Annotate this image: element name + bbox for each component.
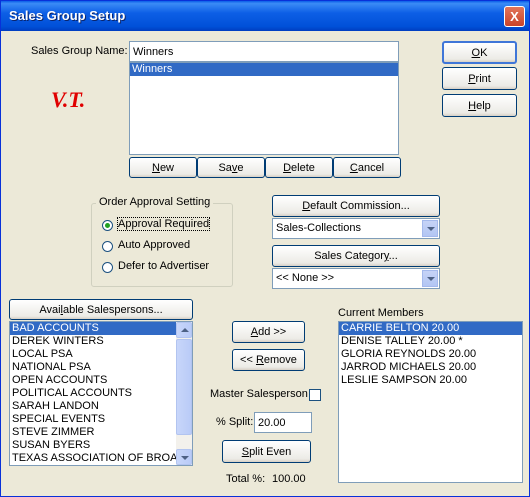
available-list[interactable]: BAD ACCOUNTS DEREK WINTERS LOCAL PSA NATION… [9, 321, 193, 466]
chevron-down-icon[interactable] [422, 220, 438, 237]
category-combo[interactable]: << None >> [272, 268, 440, 289]
list-item[interactable]: SARAH LANDON [10, 400, 192, 413]
approval-option-label[interactable]: Defer to Advertiser [118, 260, 209, 272]
list-item[interactable]: GLORIA REYNOLDS 20.00 [339, 348, 522, 361]
available-scrollbar[interactable] [176, 322, 192, 465]
ok-button[interactable]: OK [442, 41, 517, 64]
group-list[interactable]: Winners [129, 62, 399, 155]
list-item[interactable]: SUSAN BYERS [10, 439, 192, 452]
current-members-list[interactable]: CARRIE BELTON 20.00 DENISE TALLEY 20.00 *… [338, 321, 523, 483]
approval-radio-2[interactable] [102, 262, 113, 273]
chevron-down-icon[interactable] [422, 270, 438, 287]
available-salespersons-button[interactable]: Available Salespersons... [9, 299, 193, 320]
approval-radio-0[interactable] [102, 220, 113, 231]
approval-option-label[interactable]: Auto Approved [118, 239, 190, 251]
category-combo-value: << None >> [276, 272, 335, 284]
title-bar[interactable]: Sales Group Setup X [1, 1, 529, 31]
approval-radio-1[interactable] [102, 241, 113, 252]
commission-combo-value: Sales-Collections [276, 222, 361, 234]
split-even-button[interactable]: Split Even [222, 440, 311, 463]
split-label: % Split: [216, 416, 254, 428]
list-item[interactable]: OPEN ACCOUNTS [10, 374, 192, 387]
save-button[interactable]: Save [197, 157, 265, 178]
delete-button[interactable]: Delete [265, 157, 333, 178]
list-item[interactable]: LOCAL PSA [10, 348, 192, 361]
order-approval-title: Order Approval Setting [96, 196, 214, 208]
list-item[interactable]: NATIONAL PSA [10, 361, 192, 374]
group-name-label: Sales Group Name: [31, 45, 128, 57]
add-button[interactable]: Add >> [232, 321, 305, 343]
list-item[interactable]: BAD ACCOUNTS [10, 322, 192, 335]
list-item[interactable]: STEVE ZIMMER [10, 426, 192, 439]
sales-category-button[interactable]: Sales Category... [272, 245, 440, 267]
scroll-up-icon[interactable] [176, 322, 192, 338]
list-item[interactable]: JARROD MICHAELS 20.00 [339, 361, 522, 374]
list-item[interactable]: POLITICAL ACCOUNTS [10, 387, 192, 400]
cancel-button[interactable]: Cancel [333, 157, 401, 178]
list-item[interactable]: CARRIE BELTON 20.00 [339, 322, 522, 335]
list-item[interactable]: TEXAS ASSOCIATION OF BROADCASTERS [10, 452, 192, 465]
list-item[interactable]: Winners [130, 63, 398, 76]
approval-option-label[interactable]: Approval Required [116, 217, 211, 231]
initials-stamp: V.T. [51, 87, 86, 112]
list-item[interactable]: DENISE TALLEY 20.00 * [339, 335, 522, 348]
scroll-down-icon[interactable] [176, 449, 192, 465]
list-item[interactable]: DEREK WINTERS [10, 335, 192, 348]
total-value: 100.00 [272, 473, 306, 485]
commission-combo[interactable]: Sales-Collections [272, 218, 440, 239]
sales-group-setup-window: Sales Group Setup X Sales Group Name: Wi… [0, 0, 530, 497]
scroll-thumb[interactable] [176, 339, 192, 435]
list-item[interactable]: SPECIAL EVENTS [10, 413, 192, 426]
print-button[interactable]: Print [442, 67, 517, 90]
remove-button[interactable]: << Remove [232, 349, 305, 371]
close-button[interactable]: X [504, 6, 525, 27]
current-members-label: Current Members [338, 307, 424, 319]
default-commission-button[interactable]: Default Commission... [272, 195, 440, 217]
split-input[interactable] [254, 412, 312, 433]
window-title: Sales Group Setup [9, 8, 126, 23]
help-button[interactable]: Help [442, 94, 517, 117]
master-salesperson-label: Master Salesperson [210, 388, 308, 400]
group-name-input[interactable] [129, 41, 399, 62]
new-button[interactable]: New [129, 157, 197, 178]
list-item[interactable]: LESLIE SAMPSON 20.00 [339, 374, 522, 387]
total-label: Total %: [226, 473, 266, 485]
master-salesperson-checkbox[interactable] [309, 389, 321, 401]
